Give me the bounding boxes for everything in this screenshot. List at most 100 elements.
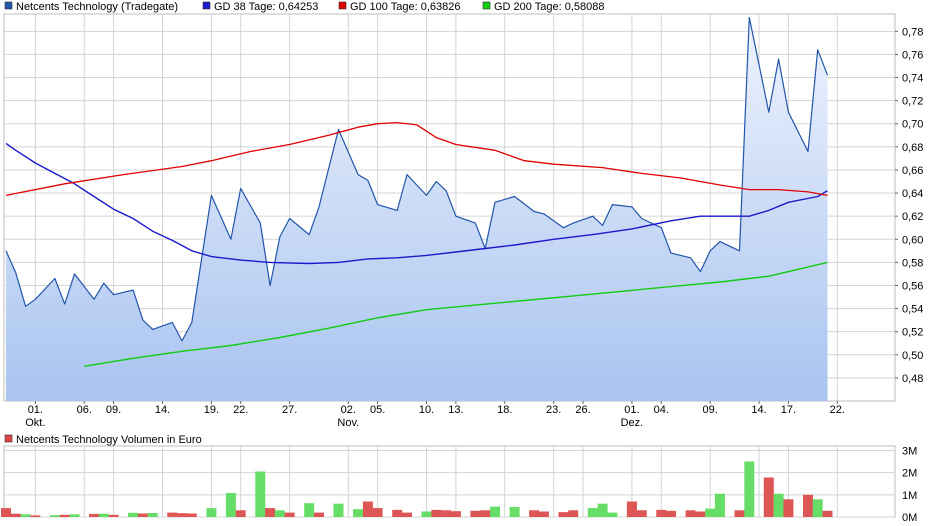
- volume-bar: [402, 512, 412, 517]
- x-tick-label: 02.: [341, 404, 356, 416]
- volume-bar: [284, 512, 295, 517]
- legend-swatch: [482, 1, 491, 10]
- volume-bar: [597, 503, 608, 517]
- x-tick-label: 13.: [448, 404, 463, 416]
- volume-bar: [49, 515, 60, 517]
- legend-swatch: [338, 1, 347, 10]
- x-tick-label: 04.: [654, 404, 669, 416]
- x-tick-label: 14.: [751, 404, 766, 416]
- volume-bar: [783, 499, 794, 518]
- volume-bar: [333, 503, 344, 517]
- volume-bar: [128, 512, 139, 517]
- volume-bar: [822, 510, 833, 517]
- volume-bar: [685, 510, 696, 517]
- volume-bar: [177, 513, 187, 517]
- x-tick-label: 23.: [546, 404, 561, 416]
- volume-bar: [714, 493, 725, 517]
- y-tick-label: 0,50: [902, 350, 923, 362]
- volume-grid: [3, 445, 896, 518]
- x-tick-label: 14.: [155, 404, 170, 416]
- legend-swatch: [4, 1, 13, 10]
- volume-bar: [568, 510, 579, 517]
- legend-label: Netcents Technology (Tradegate): [16, 1, 178, 13]
- volume-axes: 0M 1M 2M 3M: [902, 445, 917, 524]
- volume-bar: [89, 513, 99, 517]
- volume-bar: [450, 511, 461, 517]
- y-tick-label: 0,78: [902, 26, 923, 38]
- volume-bar: [314, 512, 324, 517]
- volume-bar: [744, 461, 755, 517]
- y-tick-label: 0,60: [902, 234, 923, 246]
- month-label: Dez.: [621, 417, 644, 429]
- volume-bar: [186, 513, 197, 517]
- volume-bar: [538, 511, 549, 517]
- x-tick-label: 19.: [204, 404, 219, 416]
- x-tick-label: 05.: [370, 404, 385, 416]
- volume-bar: [167, 512, 178, 517]
- legend-label: GD 200 Tage: 0,58088: [494, 1, 605, 13]
- x-tick-label: 10.: [419, 404, 434, 416]
- x-tick-label: 27.: [282, 404, 297, 416]
- volume-bar: [763, 477, 774, 517]
- volume-bar: [812, 499, 823, 518]
- volume-bar: [20, 514, 31, 517]
- x-tick-label: 22.: [233, 404, 248, 416]
- stock-chart: Netcents Technology (Tradegate) GD 38 Tag…: [1, 1, 923, 524]
- x-tick-label: 01.: [28, 404, 43, 416]
- x-tick-label: 01.: [624, 404, 639, 416]
- y-tick-label: 3M: [902, 445, 917, 457]
- y-tick-label: 0,48: [902, 373, 923, 385]
- volume-plot-frame: [3, 445, 896, 518]
- y-tick-label: 0,74: [902, 73, 923, 85]
- x-tick-label: 18.: [497, 404, 512, 416]
- legend-label: Netcents Technology Volumen in Euro: [16, 434, 202, 446]
- volume-bar: [392, 509, 403, 517]
- legend-swatch: [4, 434, 13, 443]
- y-tick-label: 0,62: [902, 211, 923, 223]
- y-tick-label: 0,70: [902, 119, 923, 131]
- legend-label: GD 38 Tage: 0,64253: [214, 1, 318, 13]
- volume-bar: [59, 514, 70, 517]
- y-tick-label: 0,66: [902, 165, 923, 177]
- volume-bar: [255, 471, 266, 517]
- volume-bar: [225, 493, 236, 517]
- volume-bar: [607, 512, 618, 517]
- volume-bar: [626, 501, 637, 517]
- y-tick-label: 0,64: [902, 188, 923, 200]
- y-tick-label: 2M: [902, 468, 917, 480]
- volume-bar: [304, 503, 315, 517]
- month-label: Okt.: [25, 417, 45, 429]
- volume-bar: [656, 509, 667, 517]
- volume-bar: [431, 509, 442, 517]
- y-tick-label: 0,72: [902, 96, 923, 108]
- volume-bar: [206, 508, 217, 517]
- volume-bar: [235, 510, 246, 517]
- price-legend: Netcents Technology (Tradegate) GD 38 Tag…: [4, 1, 605, 13]
- volume-bar: [734, 510, 745, 517]
- volume-bar: [470, 510, 481, 517]
- volume-bar: [30, 515, 41, 517]
- y-tick-label: 0,52: [902, 327, 923, 339]
- volume-bar: [636, 510, 647, 517]
- y-tick-label: 1M: [902, 490, 917, 502]
- volume-bar: [69, 514, 80, 517]
- volume-bar: [274, 510, 285, 517]
- volume-bar: [509, 507, 520, 517]
- volume-bar: [480, 510, 491, 517]
- volume-bar: [587, 508, 598, 517]
- x-tick-label: 17.: [781, 404, 796, 416]
- legend-label: GD 100 Tage: 0,63826: [350, 1, 461, 13]
- volume-bar: [10, 513, 21, 517]
- x-tick-label: 06.: [77, 404, 92, 416]
- month-label: Nov.: [337, 417, 359, 429]
- x-tick-label: 09.: [106, 404, 121, 416]
- volume-bar: [529, 510, 540, 517]
- y-tick-label: 0,56: [902, 280, 923, 292]
- volume-bar: [441, 510, 452, 517]
- y-tick-label: 0,54: [902, 304, 923, 316]
- x-tick-label: 22.: [830, 404, 845, 416]
- y-tick-label: 0M: [902, 512, 917, 524]
- volume-bar: [362, 501, 373, 517]
- volume-bar: [803, 494, 813, 517]
- volume-legend: Netcents Technology Volumen in Euro: [4, 434, 202, 446]
